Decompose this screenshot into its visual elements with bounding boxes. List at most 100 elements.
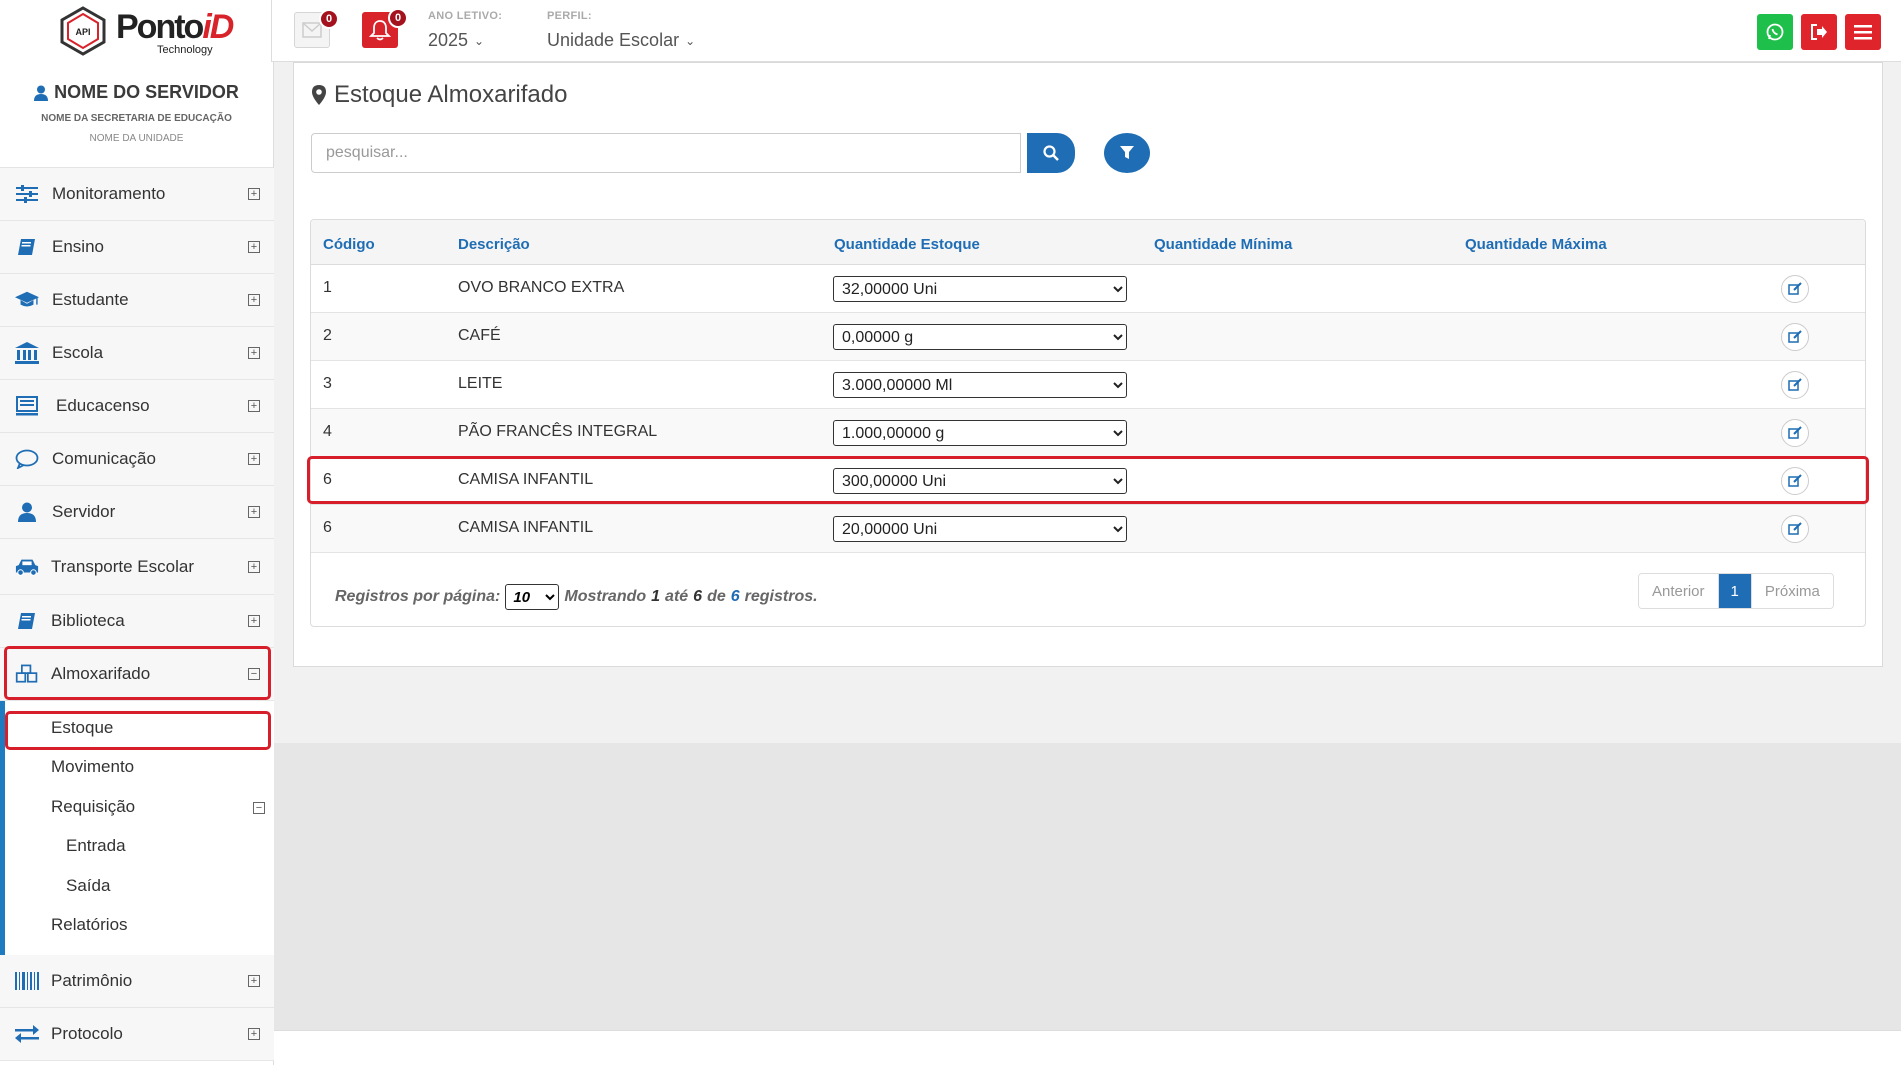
hamburger-icon <box>1854 25 1872 40</box>
submenu-item-entrada[interactable]: Entrada <box>66 836 126 856</box>
column-header-quantidade-minima[interactable]: Quantidade Mínima <box>1154 236 1292 253</box>
logo[interactable]: API PontoiD Technology <box>0 0 272 62</box>
chevron-down-icon: ⌄ <box>474 33 485 48</box>
edit-button[interactable] <box>1781 323 1809 351</box>
profile-label: PERFIL: <box>547 10 592 22</box>
top-bar: API PontoiD Technology 0 0 ANO LETIVO: 2… <box>0 0 1901 62</box>
pagination-prev[interactable]: Anterior <box>1639 574 1718 608</box>
user-profile: NOME DO SERVIDOR NOME DA SECRETARIA DE E… <box>0 62 273 168</box>
sidebar-item-estudante[interactable]: Estudante + <box>0 274 274 327</box>
column-header-descricao[interactable]: Descrição <box>458 236 530 253</box>
user-icon <box>34 85 49 101</box>
user-name-row: NOME DO SERVIDOR <box>0 82 273 103</box>
logo-brand-accent: iD <box>202 8 234 46</box>
mail-badge: 0 <box>319 9 339 29</box>
notifications-button[interactable]: 0 <box>362 8 408 48</box>
sidebar-item-educacenso[interactable]: Educacenso + <box>0 380 274 433</box>
logout-button[interactable] <box>1801 14 1837 50</box>
expand-icon: + <box>248 347 260 359</box>
edit-button[interactable] <box>1781 275 1809 303</box>
column-header-quantidade-maxima[interactable]: Quantidade Máxima <box>1465 236 1607 253</box>
edit-button[interactable] <box>1781 371 1809 399</box>
cell-code: 6 <box>323 519 332 536</box>
sidebar-item-label: Biblioteca <box>51 611 125 630</box>
page-title-text: Estoque Almoxarifado <box>334 81 568 108</box>
sidebar-item-label: Ensino <box>52 237 104 256</box>
submenu-item-movimento[interactable]: Movimento <box>51 757 134 777</box>
expand-icon: + <box>248 506 260 518</box>
quantity-select[interactable]: 3.000,00000 Ml <box>833 372 1127 398</box>
sidebar-item-monitoramento[interactable]: Monitoramento + <box>0 168 274 221</box>
table-header <box>311 220 1865 265</box>
column-header-codigo[interactable]: Código <box>323 236 375 253</box>
sidebar-item-ensino[interactable]: Ensino + <box>0 221 274 274</box>
logo-tagline: Technology <box>157 44 213 56</box>
edit-button[interactable] <box>1781 419 1809 447</box>
profile-select[interactable]: Unidade Escolar ⌄ <box>547 30 695 51</box>
edit-icon <box>1788 378 1802 391</box>
logo-brand: PontoiD <box>116 8 234 47</box>
sidebar-item-biblioteca[interactable]: Biblioteca + <box>0 595 274 648</box>
stock-table: Código Descrição Quantidade Estoque Quan… <box>307 219 1869 627</box>
cell-code: 3 <box>323 375 332 392</box>
search-icon <box>1043 145 1059 161</box>
column-header-quantidade-estoque[interactable]: Quantidade Estoque <box>834 236 980 253</box>
quantity-select[interactable]: 20,00000 Uni <box>833 516 1127 542</box>
sidebar-item-label: Monitoramento <box>52 184 166 203</box>
expand-icon: + <box>248 453 260 465</box>
search-input[interactable] <box>311 133 1021 173</box>
submenu-item-saida[interactable]: Saída <box>66 876 110 896</box>
per-page-select[interactable]: 10 <box>505 584 560 610</box>
edit-icon <box>1788 426 1802 439</box>
barcode-icon <box>15 970 39 992</box>
year-label: ANO LETIVO: <box>428 10 503 22</box>
quantity-select[interactable]: 32,00000 Uni <box>833 276 1127 302</box>
filter-button[interactable] <box>1104 133 1150 173</box>
search-button[interactable] <box>1027 133 1075 173</box>
whatsapp-button[interactable] <box>1757 14 1793 50</box>
cell-code: 1 <box>323 279 332 296</box>
sidebar-item-servidor[interactable]: Servidor + <box>0 486 274 539</box>
sidebar-item-protocolo[interactable]: Protocolo + <box>0 1008 274 1061</box>
institution-icon <box>15 342 39 364</box>
filter-icon <box>1120 146 1134 159</box>
pagination-next[interactable]: Próxima <box>1750 574 1833 608</box>
sidebar-item-comunicacao[interactable]: Comunicação + <box>0 433 274 486</box>
cell-code: 2 <box>323 327 332 344</box>
quantity-select[interactable]: 1.000,00000 g <box>833 420 1127 446</box>
sidebar-item-label: Educacenso <box>56 396 150 415</box>
mail-button[interactable]: 0 <box>294 9 339 48</box>
cell-description: LEITE <box>458 375 503 392</box>
user-secretariat: NOME DA SECRETARIA DE EDUCAÇÃO <box>41 113 232 124</box>
expand-icon: + <box>248 188 260 200</box>
expand-icon: + <box>248 975 260 987</box>
quantity-select[interactable]: 0,00000 g <box>833 324 1127 350</box>
sidebar-item-label: Protocolo <box>51 1024 123 1043</box>
sidebar: NOME DO SERVIDOR NOME DA SECRETARIA DE E… <box>0 62 274 1065</box>
table-row: 3 LEITE 3.000,00000 Ml <box>311 361 1865 409</box>
of-label: de <box>707 588 726 605</box>
table-row: 2 CAFÉ 0,00000 g <box>311 313 1865 361</box>
year-value: 2025 <box>428 30 469 50</box>
map-marker-icon <box>312 85 326 105</box>
whatsapp-icon <box>1766 23 1784 41</box>
sliders-icon <box>15 183 39 205</box>
sidebar-item-escola[interactable]: Escola + <box>0 327 274 380</box>
sidebar-item-label: Estudante <box>52 290 129 309</box>
pagination-page-current[interactable]: 1 <box>1717 574 1751 608</box>
cell-description: OVO BRANCO EXTRA <box>458 279 625 296</box>
edit-button[interactable] <box>1781 515 1809 543</box>
menu-button[interactable] <box>1845 14 1881 50</box>
edit-icon <box>1788 282 1802 295</box>
per-page-label: Registros por página: <box>335 588 501 605</box>
expand-icon: + <box>248 1028 260 1040</box>
year-select[interactable]: 2025 ⌄ <box>428 30 484 51</box>
sidebar-item-transporte-escolar[interactable]: Transporte Escolar + <box>0 539 274 595</box>
content-background-lower <box>274 743 1901 1030</box>
sidebar-item-patrimonio[interactable]: Patrimônio + <box>0 955 274 1008</box>
showing-to: 6 <box>693 588 703 605</box>
submenu-item-relatorios[interactable]: Relatórios <box>51 915 128 935</box>
collapse-icon[interactable]: − <box>253 802 265 814</box>
submenu-item-requisicao[interactable]: Requisição <box>51 797 135 817</box>
user-unit: NOME DA UNIDADE <box>89 133 184 144</box>
